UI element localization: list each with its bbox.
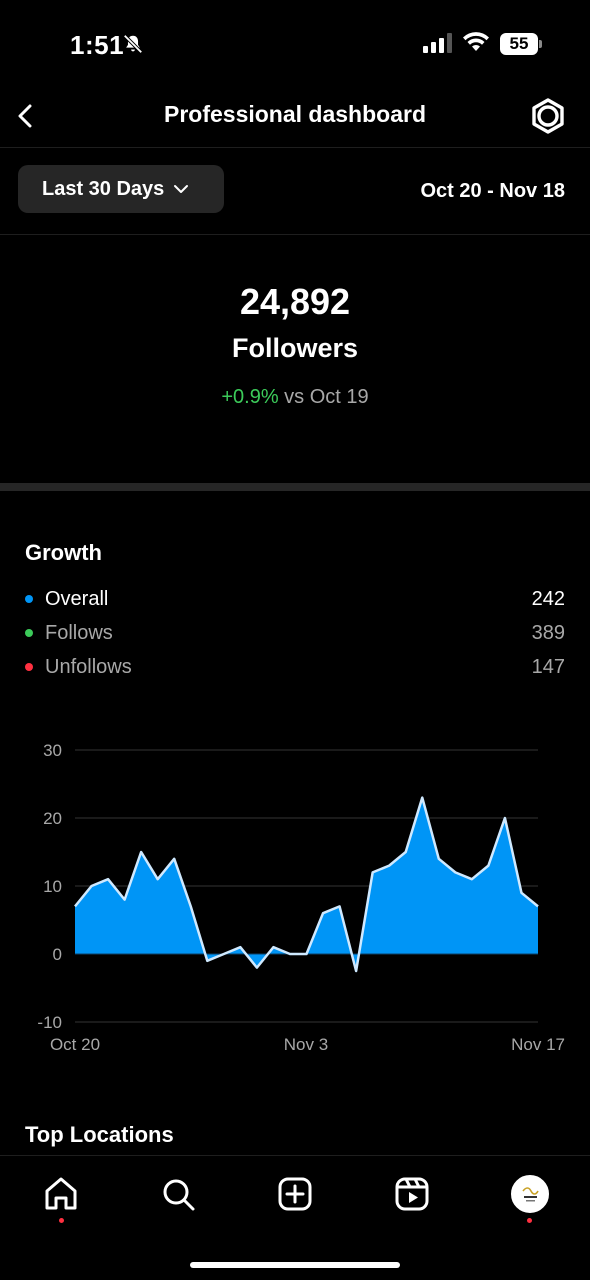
page-title: Professional dashboard xyxy=(163,101,426,127)
y-tick-label: -10 xyxy=(37,1013,62,1032)
legend-unfollows: Unfollows 147 xyxy=(25,652,565,682)
date-range-dropdown[interactable]: Last 30 Days xyxy=(18,165,224,213)
search-icon[interactable] xyxy=(156,1172,200,1216)
legend-value-overall: 242 xyxy=(531,587,565,610)
profile-notification-dot xyxy=(527,1218,532,1223)
follower-label: Followers xyxy=(231,333,359,363)
y-tick-label: 10 xyxy=(43,877,62,896)
wifi-icon xyxy=(463,32,489,51)
delta-comparison: vs Oct 19 xyxy=(278,386,369,408)
top-locations-title: Top Locations xyxy=(25,1122,174,1147)
status-time: 1:51 xyxy=(70,30,125,60)
section-divider xyxy=(0,483,590,491)
battery-level: 55 xyxy=(500,33,538,55)
gear-icon[interactable] xyxy=(526,94,570,138)
growth-chart: 30 20 10 0 -10 Oct 20 Nov 3 Nov 17 xyxy=(37,741,565,1054)
bell-muted-icon xyxy=(123,34,143,54)
reels-icon[interactable] xyxy=(390,1172,434,1216)
x-tick-label: Oct 20 xyxy=(50,1035,100,1054)
battery-tip xyxy=(539,40,542,48)
create-icon[interactable] xyxy=(273,1172,317,1216)
legend-label-overall: Overall xyxy=(45,587,109,610)
legend-label-unfollows: Unfollows xyxy=(45,655,132,678)
legend-value-follows: 389 xyxy=(531,621,565,644)
status-bar: 1:51 55 xyxy=(0,0,590,88)
legend-overall: Overall 242 xyxy=(25,584,565,614)
home-indicator xyxy=(190,1262,400,1268)
legend-follows: Follows 389 xyxy=(25,618,565,648)
x-tick-label: Nov 17 xyxy=(511,1035,565,1054)
date-range-text: Oct 20 - Nov 18 xyxy=(420,180,565,202)
date-filter-row: Last 30 Days Oct 20 - Nov 18 xyxy=(0,148,590,235)
follower-delta: +0.9% vs Oct 19 xyxy=(0,386,590,409)
legend-dot-follows xyxy=(25,629,33,637)
overall-area xyxy=(75,797,538,971)
date-range-label: Last 30 Days xyxy=(42,177,165,200)
legend-label-follows: Follows xyxy=(45,621,113,644)
battery-indicator: 55 xyxy=(500,33,544,55)
y-tick-label: 0 xyxy=(53,945,62,964)
chevron-down-icon xyxy=(174,185,189,193)
x-tick-label: Nov 3 xyxy=(284,1035,328,1054)
growth-title: Growth xyxy=(25,540,102,565)
top-nav: Professional dashboard xyxy=(0,88,590,148)
avatar-logo-icon xyxy=(514,1178,546,1210)
cellular-signal-icon xyxy=(423,33,452,53)
y-tick-label: 30 xyxy=(43,741,62,760)
legend-dot-unfollows xyxy=(25,663,33,671)
legend-dot-overall xyxy=(25,595,33,603)
home-notification-dot xyxy=(59,1218,64,1223)
home-icon[interactable] xyxy=(39,1172,83,1216)
profile-avatar[interactable] xyxy=(511,1175,549,1213)
follower-count: 24,892 xyxy=(239,281,351,322)
followers-summary: 24,892 Followers +0.9% vs Oct 19 xyxy=(0,235,590,483)
delta-percent: +0.9% xyxy=(221,386,279,408)
y-tick-label: 20 xyxy=(43,809,62,828)
legend-value-unfollows: 147 xyxy=(531,655,565,678)
